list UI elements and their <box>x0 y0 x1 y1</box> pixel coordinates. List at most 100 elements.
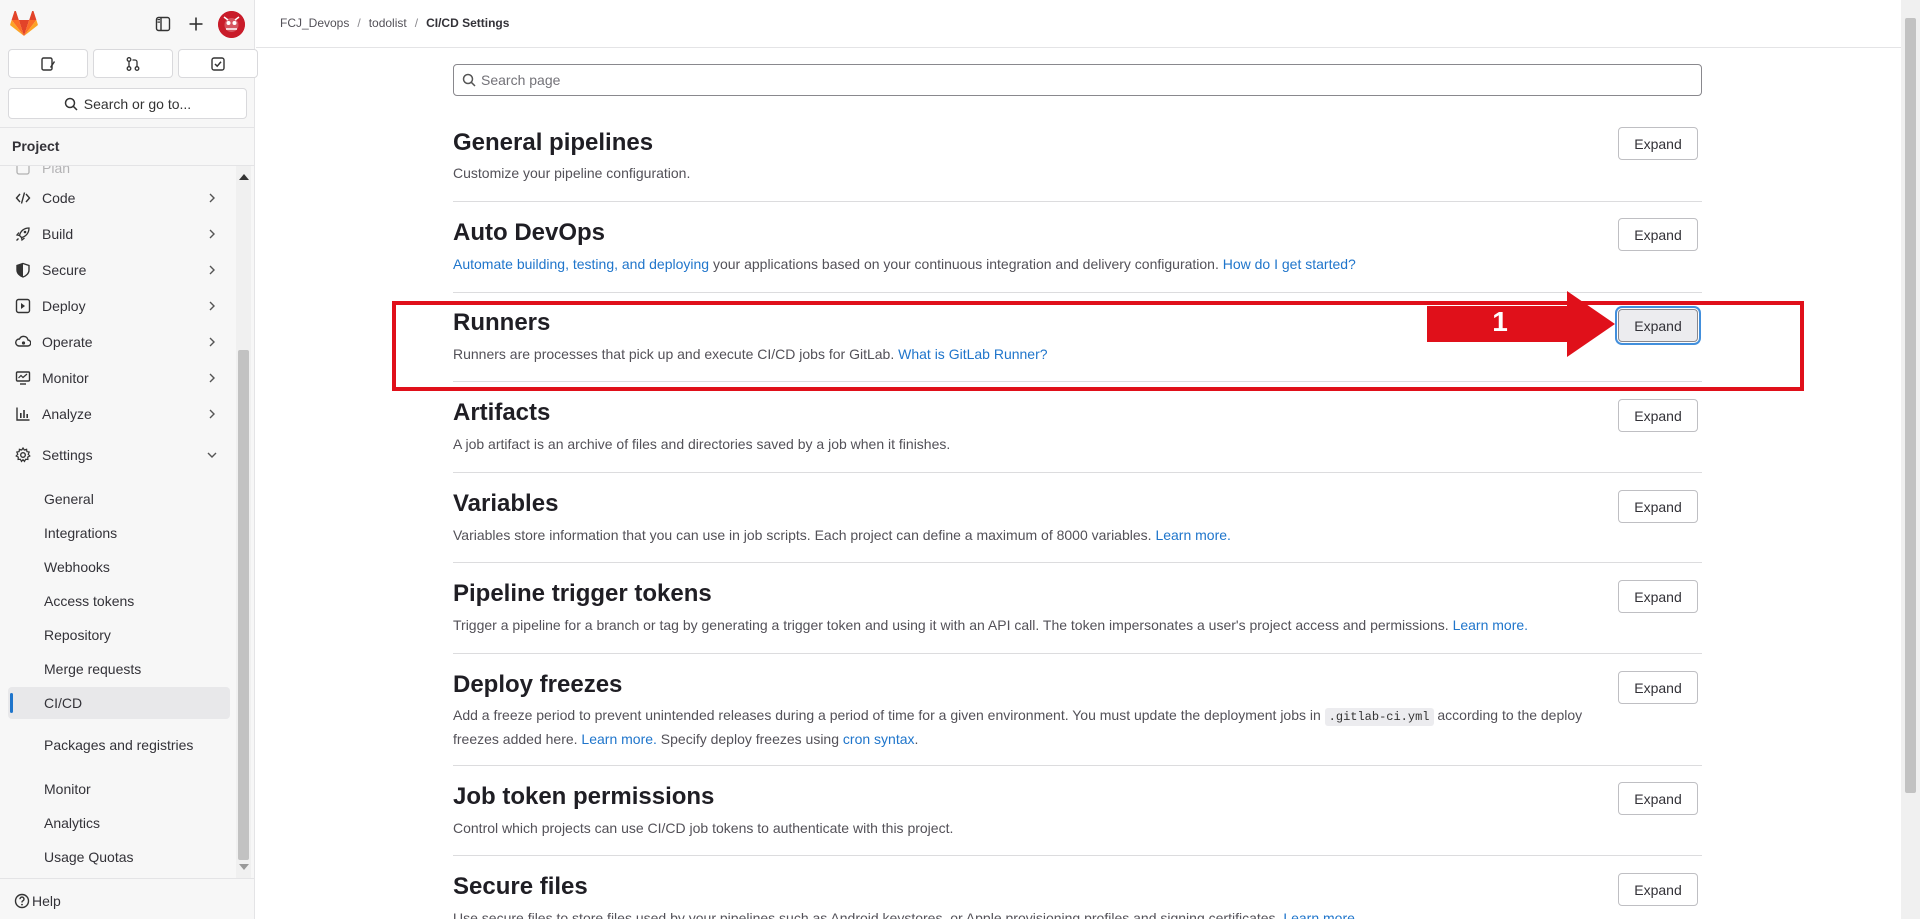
search-or-go-to-button[interactable]: Search or go to... <box>8 88 247 119</box>
section-description: Automate building, testing, and deployin… <box>453 253 1593 275</box>
chart-icon <box>15 406 31 422</box>
sidebar-item-label: Plan <box>42 166 71 176</box>
sidebar-item-monitor[interactable]: Monitor <box>8 362 230 394</box>
sidebar-item-secure[interactable]: Secure <box>8 254 230 286</box>
expand-button-variables[interactable]: Expand <box>1618 490 1698 523</box>
section-description: Trigger a pipeline for a branch or tag b… <box>453 614 1702 636</box>
sidebar-item-merge-requests[interactable]: Merge requests <box>8 653 230 685</box>
merge-request-icon <box>126 56 140 71</box>
sidebar-item-usage-quotas[interactable]: Usage Quotas <box>8 841 230 873</box>
search-icon <box>64 97 78 111</box>
sidebar-item-access-tokens[interactable]: Access tokens <box>8 585 230 617</box>
expand-button-runners[interactable]: Expand <box>1618 309 1698 342</box>
sidebar-item-settings[interactable]: Settings <box>8 439 230 471</box>
sidebar-item-label: Monitor <box>42 370 89 386</box>
chevron-right-icon <box>209 193 215 203</box>
description-text: your applications based on your continuo… <box>709 256 1223 272</box>
page-scrollbar[interactable] <box>1901 0 1920 919</box>
gitlab-logo-icon[interactable] <box>10 11 38 37</box>
auto-devops-link[interactable]: Automate building, testing, and deployin… <box>453 256 709 272</box>
chevron-right-icon <box>209 373 215 383</box>
sidebar-item-ci-cd[interactable]: CI/CD <box>8 687 230 719</box>
expand-button-pipeline-trigger-tokens[interactable]: Expand <box>1618 580 1698 613</box>
chevron-right-icon <box>209 337 215 347</box>
sidebar-item-general[interactable]: General <box>8 483 230 515</box>
section-description: Customize your pipeline configuration. <box>453 165 691 181</box>
sidebar-item-label: Deploy <box>42 298 86 314</box>
section-title: Pipeline trigger tokens <box>453 580 712 607</box>
section-runners: Runners Runners are processes that pick … <box>453 293 1702 382</box>
plan-icon <box>15 166 31 176</box>
merge-requests-button[interactable] <box>93 49 173 78</box>
sidebar-item-code[interactable]: Code <box>8 182 230 214</box>
app-window: Search or go to... Project Plan Code Bui… <box>0 0 1920 919</box>
section-description: Add a freeze period to prevent unintende… <box>453 704 1593 750</box>
expand-button-deploy-freezes[interactable]: Expand <box>1618 671 1698 704</box>
settings-sections: General pipelines Customize your pipelin… <box>256 0 1901 919</box>
todos-button[interactable] <box>178 49 258 78</box>
expand-button-job-token-permissions[interactable]: Expand <box>1618 782 1698 815</box>
code-icon <box>15 190 31 206</box>
description-text: Trigger a pipeline for a branch or tag b… <box>453 617 1453 633</box>
sidebar-item-monitor-settings[interactable]: Monitor <box>8 773 230 805</box>
section-secure-files: Secure files Use secure files to store f… <box>453 856 1702 919</box>
quick-actions <box>8 49 258 78</box>
description-text: Runners are processes that pick up and e… <box>453 346 899 362</box>
section-description: Variables store information that you can… <box>453 524 1593 546</box>
section-title: Runners <box>453 309 551 336</box>
issues-icon <box>41 56 55 71</box>
deploy-freezes-learn-more-link[interactable]: Learn more. <box>581 731 656 747</box>
context-header: Project <box>12 138 60 154</box>
sidebar-item-integrations[interactable]: Integrations <box>8 517 230 549</box>
sidebar-item-repository[interactable]: Repository <box>8 619 230 651</box>
cloud-gear-icon <box>15 334 31 350</box>
section-auto-devops: Auto DevOps Automate building, testing, … <box>453 202 1702 293</box>
todo-checkbox-icon <box>211 56 225 71</box>
sidebar-scrollbar-thumb[interactable] <box>238 350 249 860</box>
scroll-down-arrow-icon[interactable] <box>239 864 249 870</box>
expand-button-general-pipelines[interactable]: Expand <box>1618 127 1698 160</box>
secure-files-learn-more-link[interactable]: Learn more. <box>1283 910 1358 919</box>
create-new-plus-icon[interactable] <box>186 14 206 34</box>
expand-button-artifacts[interactable]: Expand <box>1618 399 1698 432</box>
chevron-right-icon <box>209 229 215 239</box>
variables-learn-more-link[interactable]: Learn more. <box>1155 527 1230 543</box>
section-title: General pipelines <box>453 129 654 156</box>
sidebar-item-packages-and-registries[interactable]: Packages and registries <box>8 722 230 768</box>
trigger-tokens-learn-more-link[interactable]: Learn more. <box>1453 617 1528 633</box>
sidebar-item-build[interactable]: Build <box>8 218 230 250</box>
what-is-gitlab-runner-link[interactable]: What is GitLab Runner? <box>898 346 1047 362</box>
sidebar-item-label: Analyze <box>42 406 92 422</box>
description-text: Variables store information that you can… <box>453 527 1156 543</box>
deploy-icon <box>15 298 31 314</box>
section-description: Use secure files to store files used by … <box>453 907 1593 919</box>
sidebar-item-deploy[interactable]: Deploy <box>8 290 230 322</box>
gitlab-ci-yml-code: .gitlab-ci.yml <box>1324 708 1434 726</box>
section-title: Variables <box>453 490 559 517</box>
description-text: Use secure files to store files used by … <box>453 910 1284 919</box>
expand-button-secure-files[interactable]: Expand <box>1618 873 1698 906</box>
expand-button-auto-devops[interactable]: Expand <box>1618 218 1698 251</box>
description-text: Specify deploy freezes using <box>656 731 843 747</box>
sidebar-toggle-icon[interactable] <box>153 14 173 34</box>
help-button[interactable]: Help <box>14 893 61 909</box>
page-scrollbar-thumb[interactable] <box>1905 18 1916 793</box>
chevron-right-icon <box>209 409 215 419</box>
user-avatar[interactable] <box>218 11 245 38</box>
sidebar-item-webhooks[interactable]: Webhooks <box>8 551 230 583</box>
section-title: Deploy freezes <box>453 671 623 698</box>
cron-syntax-link[interactable]: cron syntax <box>843 731 915 747</box>
gear-icon <box>15 447 31 463</box>
section-job-token-permissions: Job token permissions Control which proj… <box>453 766 1702 856</box>
section-pipeline-trigger-tokens: Pipeline trigger tokens Trigger a pipeli… <box>453 563 1702 654</box>
issues-button[interactable] <box>8 49 88 78</box>
sidebar-item-operate[interactable]: Operate <box>8 326 230 358</box>
scroll-up-arrow-icon[interactable] <box>239 174 249 180</box>
sidebar-item-analyze[interactable]: Analyze <box>8 398 230 430</box>
sidebar-scrollbar[interactable] <box>236 166 251 878</box>
rocket-icon <box>15 226 31 242</box>
get-started-link[interactable]: How do I get started? <box>1223 256 1356 272</box>
help-icon <box>14 893 30 909</box>
sidebar-item-analytics[interactable]: Analytics <box>8 807 230 839</box>
sidebar-nav: Plan Code Build Secure Deploy Operate Mo… <box>0 166 236 878</box>
